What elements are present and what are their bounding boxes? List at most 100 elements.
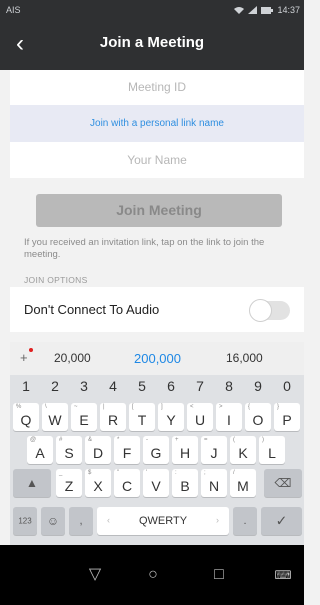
name-input[interactable]: Your Name bbox=[10, 142, 304, 178]
letter-key[interactable]: ; N bbox=[201, 469, 227, 497]
plus-icon[interactable]: + bbox=[20, 350, 28, 365]
key-label: P bbox=[282, 412, 292, 428]
letter-key[interactable]: (K bbox=[230, 436, 256, 464]
number-key[interactable]: 9 bbox=[245, 377, 271, 399]
emoji-icon: ☺ bbox=[46, 514, 60, 528]
letter-key[interactable]: ~ E bbox=[71, 403, 97, 431]
keyboard-suggestion-bar: + 20,000 200,000 16,000 bbox=[10, 342, 304, 375]
key-label: 6 bbox=[167, 378, 175, 394]
letter-key[interactable]: " C bbox=[114, 469, 140, 497]
key-label: 4 bbox=[109, 378, 117, 394]
key-symbol: " bbox=[117, 470, 120, 476]
carrier-label: AIS bbox=[6, 5, 21, 15]
key-label: 7 bbox=[196, 378, 204, 394]
key-symbol: ) bbox=[262, 437, 264, 443]
number-key[interactable]: 2 bbox=[42, 377, 68, 399]
app-header: ‹ Join a Meeting bbox=[0, 19, 304, 70]
dont-connect-audio-label: Don't Connect To Audio bbox=[24, 302, 160, 317]
space-key[interactable]: QWERTY ‹ › bbox=[97, 507, 229, 535]
key-symbol: + bbox=[175, 437, 179, 443]
key-symbol: % bbox=[16, 404, 22, 410]
period-key[interactable]: . bbox=[233, 507, 257, 535]
back-triangle-icon[interactable]: ▽ bbox=[82, 563, 108, 587]
number-key[interactable]: 3 bbox=[71, 377, 97, 399]
key-symbol: } bbox=[277, 404, 280, 410]
letter-key[interactable]: [T bbox=[129, 403, 155, 431]
key-label: I bbox=[227, 412, 231, 428]
keyboard-hide-icon[interactable]: ⌨ bbox=[270, 563, 296, 587]
recents-square-icon[interactable]: □ bbox=[206, 563, 232, 587]
letter-key[interactable]: @ A bbox=[27, 436, 53, 464]
number-key[interactable]: 8 bbox=[216, 377, 242, 399]
status-bar: AIS 14:37 bbox=[0, 0, 304, 19]
letter-key[interactable]: = J bbox=[201, 436, 227, 464]
number-switch-key[interactable]: 123 bbox=[13, 507, 37, 535]
letter-key[interactable]: $ X bbox=[85, 469, 111, 497]
comma-key[interactable]: , bbox=[69, 507, 93, 535]
home-circle-icon[interactable]: ○ bbox=[140, 563, 166, 587]
number-key[interactable]: 0 bbox=[274, 377, 300, 399]
keyboard: 1234567890 % Q \ W ~ E | R[T] Y < U > I{O} P @ A # S & D * F… bbox=[10, 375, 304, 545]
key-label: U bbox=[194, 412, 206, 428]
key-label: 0 bbox=[283, 378, 291, 394]
key-label: T bbox=[137, 412, 147, 428]
emoji-key[interactable]: ☺ bbox=[41, 507, 65, 535]
letter-key[interactable]: {O bbox=[245, 403, 271, 431]
number-key[interactable]: 1 bbox=[13, 377, 39, 399]
number-switch-label: 123 bbox=[18, 516, 32, 526]
key-symbol: ; bbox=[204, 470, 206, 476]
shift-icon: ▲ bbox=[26, 476, 38, 490]
key-symbol: - bbox=[146, 437, 148, 443]
letter-key[interactable]: ' V bbox=[143, 469, 169, 497]
letter-key[interactable]: _ Z bbox=[56, 469, 82, 497]
letter-key[interactable]: ) L bbox=[259, 436, 285, 464]
key-label: F bbox=[122, 445, 132, 461]
letter-key[interactable]: + H bbox=[172, 436, 198, 464]
suggestion-3[interactable]: 16,000 bbox=[226, 351, 263, 365]
key-label: A bbox=[35, 445, 45, 461]
letter-key[interactable]: \ W bbox=[42, 403, 68, 431]
letter-key[interactable]: } P bbox=[274, 403, 300, 431]
key-label: G bbox=[150, 445, 162, 461]
number-key[interactable]: 4 bbox=[100, 377, 126, 399]
letter-key[interactable]: & D bbox=[85, 436, 111, 464]
key-symbol: / bbox=[233, 470, 235, 476]
backspace-key[interactable]: ⌫ bbox=[264, 469, 302, 497]
number-key[interactable]: 5 bbox=[129, 377, 155, 399]
enter-key[interactable]: ✓ bbox=[261, 507, 302, 535]
letter-key[interactable]: ] Y bbox=[158, 403, 184, 431]
space-label: QWERTY bbox=[138, 515, 188, 527]
key-label: R bbox=[107, 412, 119, 428]
key-symbol: $ bbox=[88, 470, 92, 476]
suggestion-1[interactable]: 20,000 bbox=[54, 351, 91, 365]
letter-key[interactable]: / M bbox=[230, 469, 256, 497]
key-label: V bbox=[151, 478, 161, 494]
number-key[interactable]: 6 bbox=[158, 377, 184, 399]
personal-link-button[interactable]: Join with a personal link name bbox=[10, 105, 304, 142]
key-label: 1 bbox=[22, 378, 30, 394]
key-label: D bbox=[92, 445, 104, 461]
dont-connect-audio-row[interactable]: Don't Connect To Audio bbox=[10, 287, 304, 332]
letter-key[interactable]: -G bbox=[143, 436, 169, 464]
letter-key[interactable]: # S bbox=[56, 436, 82, 464]
letter-key[interactable]: :B bbox=[172, 469, 198, 497]
period-icon: . bbox=[243, 515, 247, 527]
suggestion-2[interactable]: 200,000 bbox=[134, 351, 181, 366]
join-options-heading: JOIN OPTIONS bbox=[24, 275, 88, 285]
letter-key[interactable]: < U bbox=[187, 403, 213, 431]
number-key[interactable]: 7 bbox=[187, 377, 213, 399]
letter-key[interactable]: * F bbox=[114, 436, 140, 464]
toggle-knob bbox=[249, 299, 272, 322]
join-meeting-button[interactable]: Join Meeting bbox=[36, 194, 282, 227]
key-symbol: [ bbox=[132, 404, 134, 410]
key-symbol: # bbox=[59, 437, 63, 443]
dont-connect-audio-toggle[interactable] bbox=[249, 299, 290, 322]
signal-icon bbox=[248, 6, 258, 14]
letter-key[interactable]: > I bbox=[216, 403, 242, 431]
meeting-id-input[interactable]: Meeting ID bbox=[10, 70, 304, 105]
key-symbol: _ bbox=[59, 470, 63, 476]
system-nav-bar: ▽ ○ □ ⌨ bbox=[0, 545, 304, 605]
letter-key[interactable]: % Q bbox=[13, 403, 39, 431]
shift-key[interactable]: ▲ bbox=[13, 469, 51, 497]
letter-key[interactable]: | R bbox=[100, 403, 126, 431]
